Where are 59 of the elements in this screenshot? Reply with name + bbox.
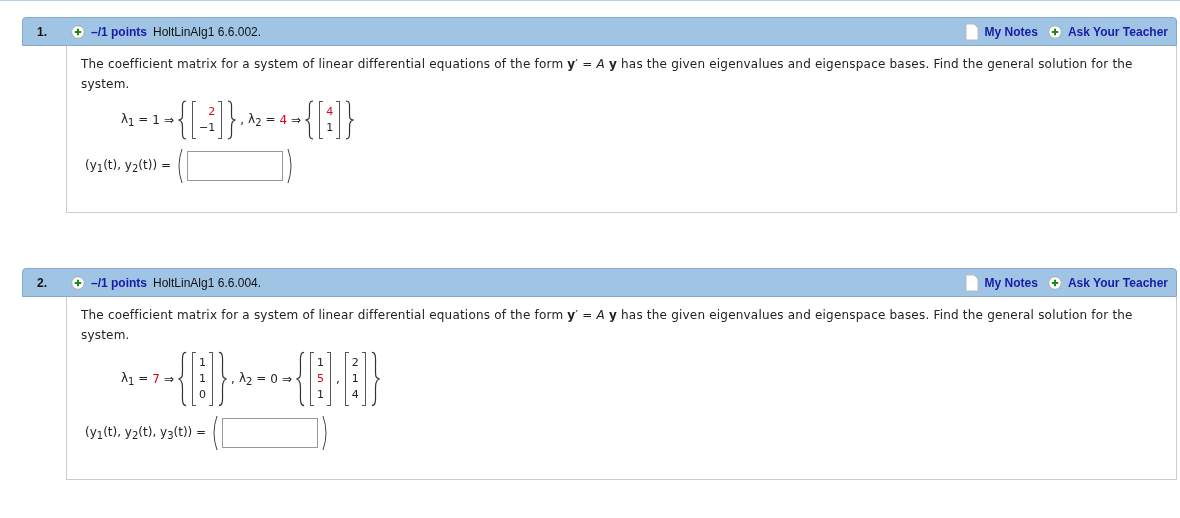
vector-entry: 4 [326, 104, 334, 120]
question-source: HoltLinAlg1 6.6.002. [153, 24, 262, 39]
vector-entry: 0 [199, 387, 207, 403]
vector-entry: 1 [199, 371, 207, 387]
right-brace-icon [227, 100, 237, 140]
my-notes-link[interactable]: My Notes [984, 24, 1038, 39]
vector-entry: 1 [326, 120, 334, 136]
question-text: The coefficient matrix for a system of linear differential equations of the form y′ = A y has the given eigenvalues and eigenspace bases. Find the general solution for the system. [81, 56, 1134, 93]
comma: , [335, 372, 340, 386]
plus-icon[interactable] [71, 275, 85, 290]
points-label: –/1 points [91, 24, 147, 39]
implies-arrow: ⇒ [281, 372, 292, 386]
right-brace-icon [218, 351, 228, 407]
left-brace-icon [305, 100, 315, 140]
answer-label: (y$_{1}$(t), y$_{2}$(t), y$_{3}$(t)) = [85, 424, 207, 442]
right-brace-icon [370, 351, 380, 407]
vector-entry: 1 [351, 371, 359, 387]
points-label: –/1 points [91, 275, 147, 290]
left-brace-icon [295, 351, 305, 407]
vector-entry: 4 [351, 387, 359, 403]
implies-arrow: ⇒ [164, 113, 175, 127]
eigenvalue: 0 [270, 372, 278, 386]
ask-teacher-link[interactable]: Ask Your Teacher [1067, 275, 1168, 290]
right-brace-icon [345, 100, 355, 140]
answer-field[interactable] [222, 418, 319, 448]
question-number: 2. [37, 275, 48, 290]
implies-arrow: ⇒ [291, 113, 302, 127]
answer-label: (y$_{1}$(t), y$_{2}$(t)) = [85, 157, 171, 175]
plus-icon[interactable] [1047, 24, 1062, 39]
answer-field[interactable] [187, 151, 283, 181]
left-parenthesis-icon [175, 148, 183, 184]
eigenvalue: 4 [279, 113, 288, 127]
vector-entry: −1 [199, 120, 216, 136]
eigenvalue: 7 [152, 372, 160, 386]
eigenvalue-label: λ$_{2}$ = [248, 111, 276, 129]
vector-entry: 2 [208, 104, 216, 120]
right-parenthesis-icon [287, 148, 295, 184]
plus-icon[interactable] [1047, 275, 1062, 290]
left-parenthesis-icon [210, 415, 219, 451]
vector-entry: 2 [351, 355, 359, 371]
question-number: 1. [37, 24, 48, 39]
my-notes-link[interactable]: My Notes [984, 275, 1038, 290]
question-source: HoltLinAlg1 6.6.004. [153, 275, 262, 290]
eigenvalue-label: λ$_{1}$ = [121, 370, 149, 388]
vector-entry: 1 [316, 387, 324, 403]
implies-arrow: ⇒ [164, 372, 175, 386]
plus-icon[interactable] [71, 24, 85, 39]
vector-entry: 5 [316, 371, 324, 387]
left-brace-icon [178, 351, 188, 407]
vector-entry: 1 [199, 355, 207, 371]
eigenvalue: 1 [152, 113, 160, 127]
vector-entry: 1 [316, 355, 324, 371]
eigenvalue-label: λ$_{2}$ = [238, 370, 267, 388]
left-brace-icon [178, 100, 188, 140]
eigenvalue-label: λ$_{1}$ = [121, 111, 149, 129]
comma: , [231, 372, 235, 386]
question-text: The coefficient matrix for a system of linear differential equations of the form y′ = A y has the given eigenvalues and eigenspace bases. Find the general solution for the system. [81, 307, 1134, 344]
ask-teacher-link[interactable]: Ask Your Teacher [1067, 24, 1168, 39]
comma: , [240, 113, 245, 127]
